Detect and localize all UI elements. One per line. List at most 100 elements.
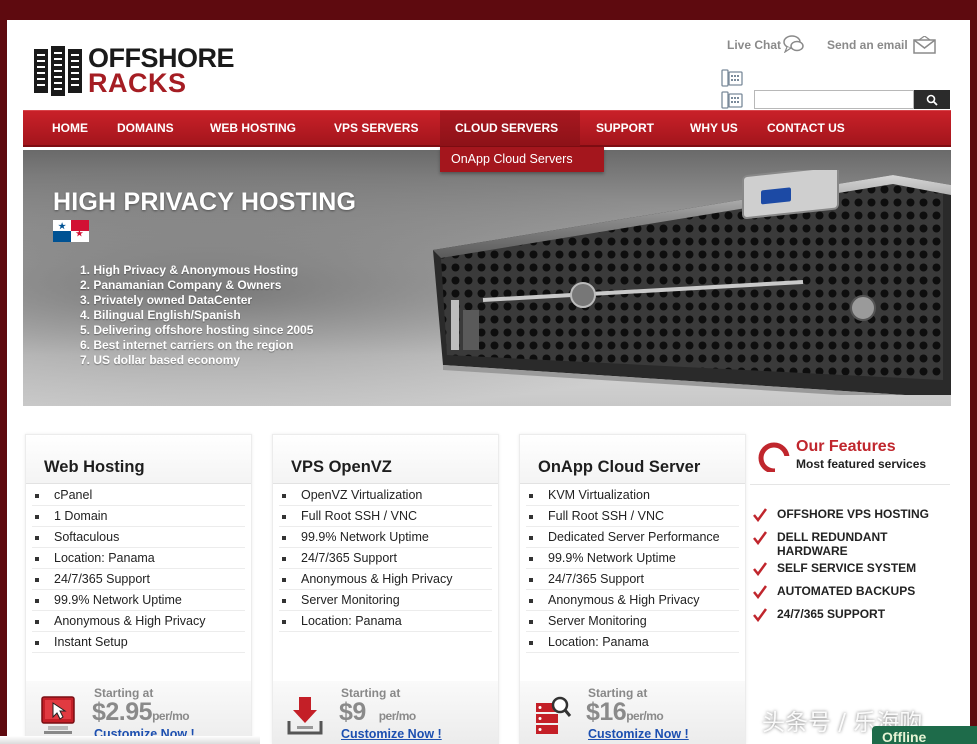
divider bbox=[750, 484, 950, 485]
search-input[interactable] bbox=[754, 90, 914, 109]
nav-web-hosting[interactable]: WEB HOSTING bbox=[210, 111, 296, 146]
server-illustration bbox=[433, 170, 951, 395]
customize-now-link[interactable]: Customize Now ! bbox=[341, 727, 442, 741]
plan-onapp-cloud-server: OnApp Cloud Server KVM Virtualization Fu… bbox=[519, 434, 746, 744]
feature-label: 24/7/365 SUPPORT bbox=[777, 607, 886, 621]
plan-feature: 99.9% Network Uptime bbox=[526, 548, 739, 569]
plan-feature-list: OpenVZ Virtualization Full Root SSH / VN… bbox=[273, 485, 498, 632]
plan-web-hosting: Web Hosting cPanel 1 Domain Softaculous … bbox=[25, 434, 252, 744]
plan-feature: Dedicated Server Performance bbox=[526, 527, 739, 548]
top-links: Live Chat Send an email bbox=[727, 35, 947, 57]
price-value: $2.95 bbox=[92, 698, 153, 726]
search-button[interactable] bbox=[914, 90, 950, 109]
plan-header: Web Hosting bbox=[26, 435, 251, 484]
price-period: per/mo bbox=[152, 709, 190, 723]
plan-feature: 24/7/365 Support bbox=[279, 548, 492, 569]
plan-header: OnApp Cloud Server bbox=[520, 435, 745, 484]
dropdown-onapp-cloud-servers[interactable]: OnApp Cloud Servers bbox=[440, 147, 604, 172]
plan-title: Web Hosting bbox=[44, 458, 145, 476]
phone-icon[interactable] bbox=[719, 68, 745, 110]
feature-label: DELL REDUNDANT HARDWARE bbox=[777, 530, 888, 558]
plan-feature: Full Root SSH / VNC bbox=[279, 506, 492, 527]
plan-feature: 1 Domain bbox=[32, 506, 245, 527]
plan-feature: Instant Setup bbox=[32, 632, 245, 653]
nav-contact-us[interactable]: CONTACT US bbox=[767, 111, 845, 146]
nav-vps-servers[interactable]: VPS SERVERS bbox=[334, 111, 418, 146]
price-period: per/mo bbox=[378, 709, 417, 723]
banner-list-item: 4. Bilingual English/Spanish bbox=[80, 308, 241, 322]
customize-now-link[interactable]: Customize Now ! bbox=[588, 727, 689, 741]
send-email-label: Send an email bbox=[827, 38, 908, 52]
plan-feature: Server Monitoring bbox=[279, 590, 492, 611]
plan-feature-list: KVM Virtualization Full Root SSH / VNC D… bbox=[520, 485, 745, 653]
banner-list-item: 5. Delivering offshore hosting since 200… bbox=[80, 323, 314, 337]
plan-price: $16per/mo bbox=[586, 698, 664, 727]
chat-bubble-icon bbox=[783, 35, 804, 53]
features-title: Our Features bbox=[796, 438, 896, 455]
plan-feature: Anonymous & High Privacy bbox=[32, 611, 245, 632]
checkmark-icon bbox=[753, 608, 767, 622]
nav-domains[interactable]: DOMAINS bbox=[117, 111, 174, 146]
plan-feature: Anonymous & High Privacy bbox=[526, 590, 739, 611]
logo-text-racks: RACKS bbox=[88, 68, 187, 98]
plan-price: $2.95per/mo bbox=[92, 698, 190, 727]
plan-footer: Starting at $2.95per/mo Customize Now ! bbox=[26, 681, 251, 743]
nav-cloud-servers[interactable]: CLOUD SERVERS bbox=[440, 111, 580, 146]
bottom-shadow bbox=[0, 736, 260, 744]
plan-feature: Softaculous bbox=[32, 527, 245, 548]
live-chat-link[interactable]: Live Chat bbox=[727, 38, 781, 52]
features-subtitle: Most featured services bbox=[796, 457, 927, 471]
plan-feature: Anonymous & High Privacy bbox=[279, 569, 492, 590]
server-rack-logo-icon bbox=[34, 46, 82, 96]
banner-list-item: 2. Panamanian Company & Owners bbox=[80, 278, 282, 292]
panama-flag-icon bbox=[53, 220, 89, 242]
nav-home[interactable]: HOME bbox=[52, 111, 88, 146]
banner-feature-list: 1. High Privacy & Anonymous Hosting 2. P… bbox=[80, 263, 313, 368]
offline-chat-badge[interactable]: Offline bbox=[872, 726, 977, 744]
checkmark-icon bbox=[753, 585, 767, 599]
page: OFFSHORE RACKS Live Chat Send an email H… bbox=[7, 20, 970, 744]
banner-title: HIGH PRIVACY HOSTING bbox=[53, 188, 357, 216]
checkmark-icon bbox=[753, 562, 767, 576]
feature-label: AUTOMATED BACKUPS bbox=[777, 584, 916, 598]
search-icon bbox=[926, 94, 938, 106]
plan-feature: KVM Virtualization bbox=[526, 485, 739, 506]
plan-feature: 24/7/365 Support bbox=[32, 569, 245, 590]
hero-banner: HIGH PRIVACY HOSTING 1. High Privacy & A… bbox=[23, 150, 951, 406]
banner-list-item: 3. Privately owned DataCenter bbox=[80, 293, 253, 307]
plan-footer: Starting at $9 per/mo Customize Now ! bbox=[273, 681, 498, 743]
plan-price: $9 per/mo bbox=[339, 698, 416, 727]
checkmark-icon bbox=[753, 508, 767, 522]
features-swirl-icon bbox=[758, 442, 790, 472]
plan-feature: 24/7/365 Support bbox=[526, 569, 739, 590]
plan-feature: Location: Panama bbox=[279, 611, 492, 632]
nav-support[interactable]: SUPPORT bbox=[596, 111, 654, 146]
nav-why-us[interactable]: WHY US bbox=[690, 111, 738, 146]
plan-feature: 99.9% Network Uptime bbox=[279, 527, 492, 548]
plan-feature: Location: Panama bbox=[526, 632, 739, 653]
envelope-icon bbox=[913, 36, 936, 54]
plan-feature-list: cPanel 1 Domain Softaculous Location: Pa… bbox=[26, 485, 251, 653]
plan-feature: Server Monitoring bbox=[526, 611, 739, 632]
plan-footer: Starting at $16per/mo Customize Now ! bbox=[520, 681, 745, 743]
plan-vps-openvz: VPS OpenVZ OpenVZ Virtualization Full Ro… bbox=[272, 434, 499, 744]
send-email-link[interactable]: Send an email bbox=[827, 38, 908, 52]
plan-feature: OpenVZ Virtualization bbox=[279, 485, 492, 506]
live-chat-label: Live Chat bbox=[727, 38, 782, 52]
banner-list-item: 6. Best internet carriers on the region bbox=[80, 338, 294, 352]
logo[interactable]: OFFSHORE RACKS bbox=[34, 44, 235, 98]
price-value: $16 bbox=[586, 698, 627, 726]
plan-header: VPS OpenVZ bbox=[273, 435, 498, 484]
price-period: per/mo bbox=[626, 709, 664, 723]
banner-list-item: 7. US dollar based economy bbox=[80, 353, 241, 367]
price-value: $9 bbox=[339, 698, 366, 726]
main-nav: HOME DOMAINS WEB HOSTING VPS SERVERS CLO… bbox=[23, 110, 951, 147]
plan-title: OnApp Cloud Server bbox=[538, 458, 701, 476]
plan-feature: Full Root SSH / VNC bbox=[526, 506, 739, 527]
server-search-icon bbox=[536, 696, 572, 734]
feature-label: SELF SERVICE SYSTEM bbox=[777, 561, 917, 575]
plan-feature: Location: Panama bbox=[32, 548, 245, 569]
plan-feature: 99.9% Network Uptime bbox=[32, 590, 245, 611]
plan-feature: cPanel bbox=[32, 485, 245, 506]
banner-list-item: 1. High Privacy & Anonymous Hosting bbox=[80, 263, 299, 277]
